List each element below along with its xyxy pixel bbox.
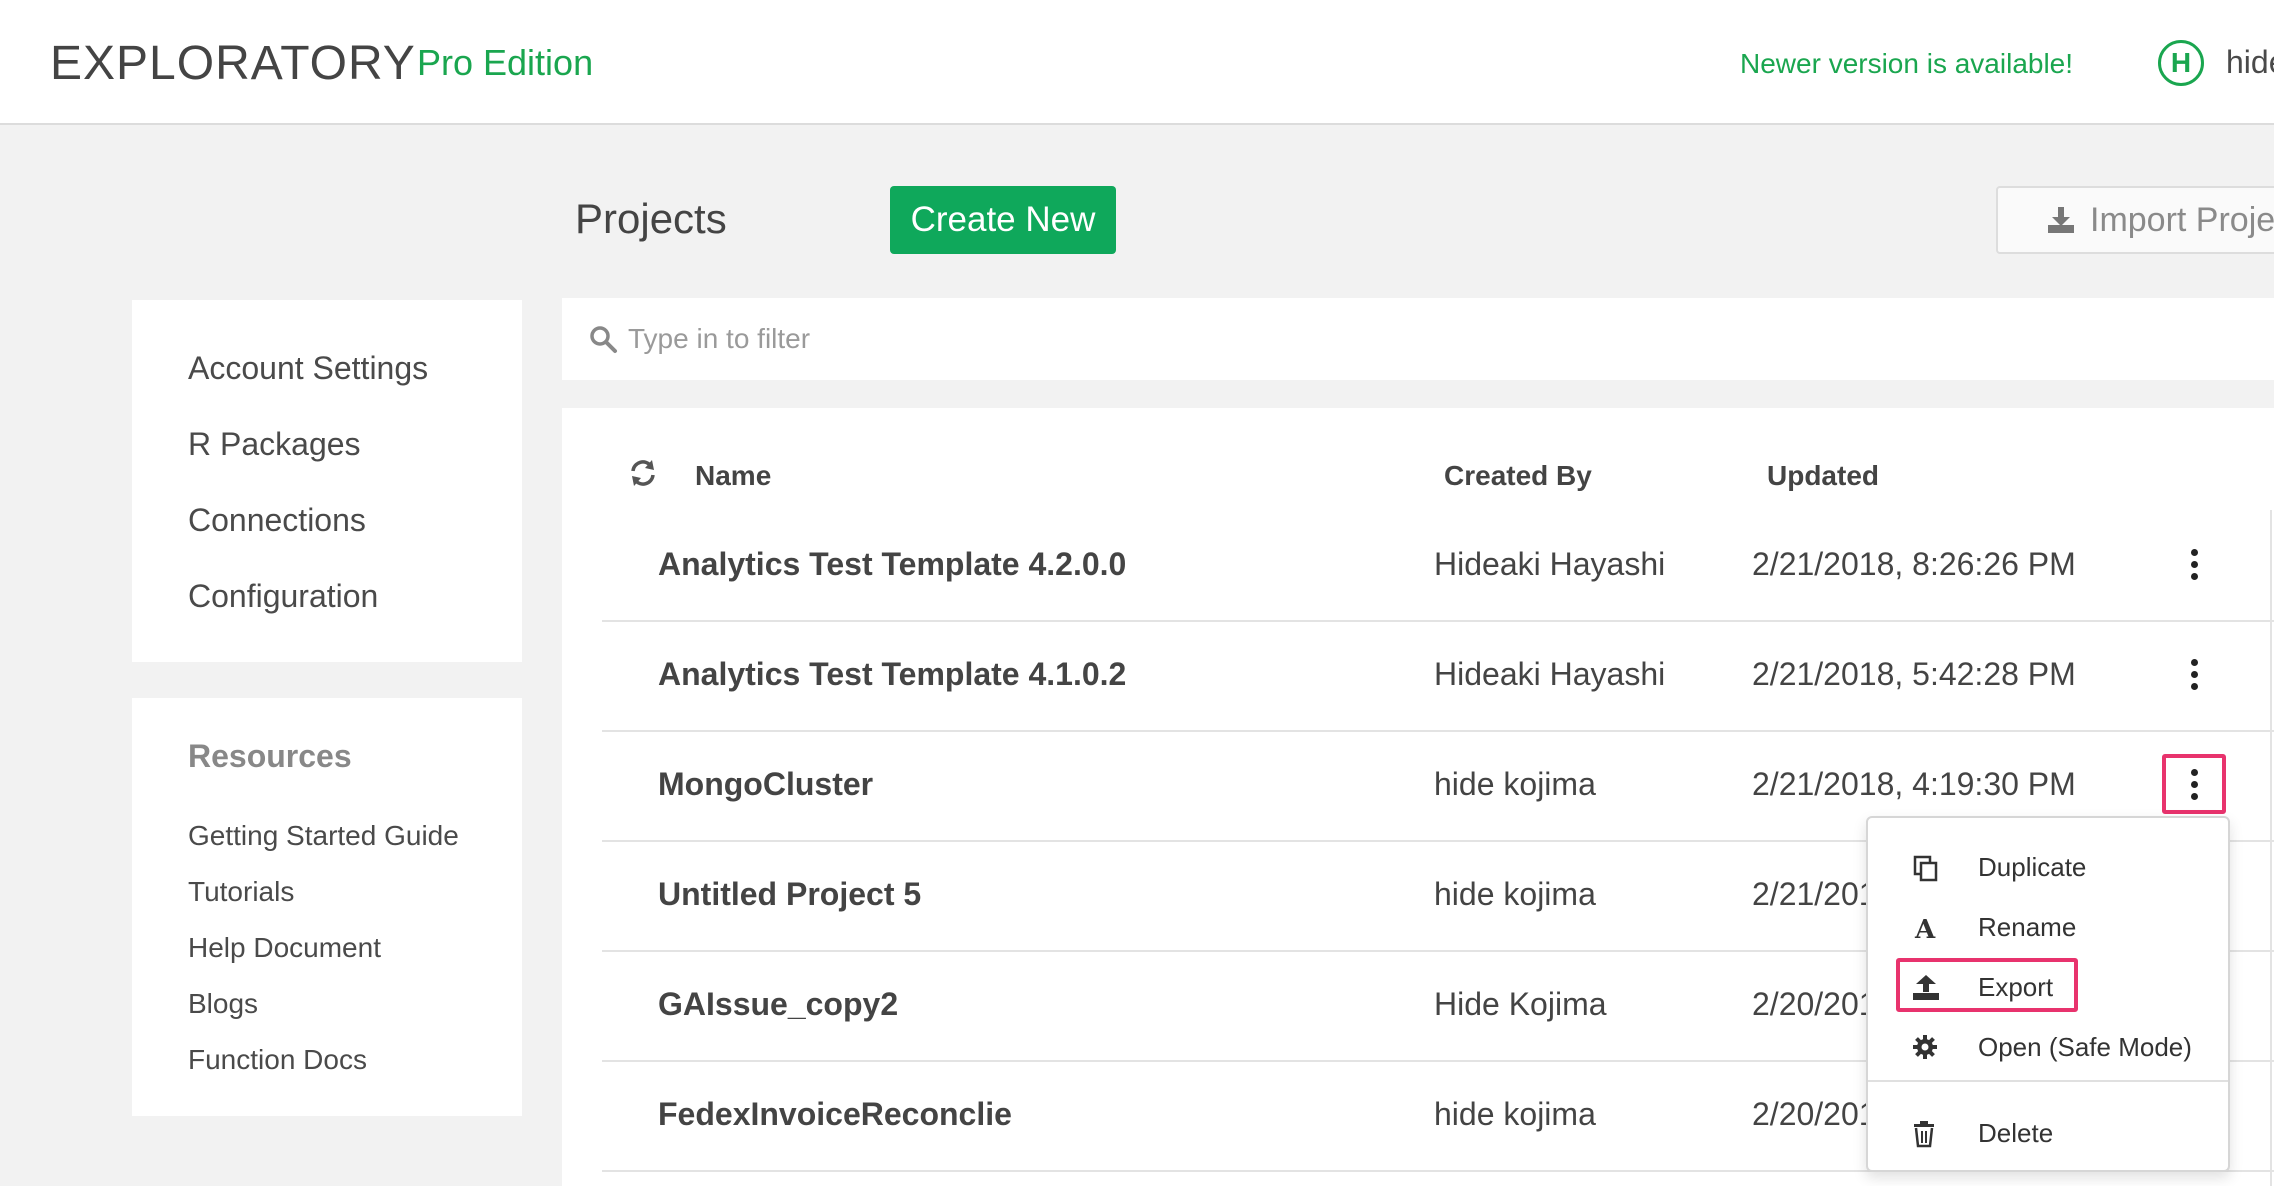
updated-at: 2/21/2018, 5:42:28 PM xyxy=(1752,656,2076,692)
project-name[interactable]: Untitled Project 5 xyxy=(658,876,921,913)
menu-item-delete[interactable]: Delete xyxy=(1868,1106,2228,1160)
avatar[interactable]: H xyxy=(2158,40,2204,86)
created-by: hide kojima xyxy=(1434,1096,1596,1132)
page-title: Projects xyxy=(575,195,727,242)
resource-tutorials[interactable]: Tutorials xyxy=(188,876,294,908)
menu-label: Delete xyxy=(1978,1118,2054,1148)
refresh-icon[interactable] xyxy=(628,458,658,488)
resources-nav: Resources Getting Started Guide Tutorial… xyxy=(132,698,522,1116)
settings-nav: Account Settings R Packages Connections … xyxy=(132,300,522,662)
project-name[interactable]: Analytics Test Template 4.2.0.0 xyxy=(658,546,1126,583)
column-header-updated[interactable]: Updated xyxy=(1767,460,1879,492)
resource-getting-started[interactable]: Getting Started Guide xyxy=(188,820,459,852)
create-new-button[interactable]: Create New xyxy=(890,186,1116,254)
update-notice-link[interactable]: Newer version is available! xyxy=(1740,48,2073,80)
project-context-menu: Duplicate A Rename Export Open (Safe Mod… xyxy=(1866,816,2230,1172)
filter-input[interactable] xyxy=(628,316,1528,362)
updated-at: 2/21/2018, 8:26:26 PM xyxy=(1752,546,2076,582)
trash-icon xyxy=(1914,1121,1934,1148)
menu-label: Duplicate xyxy=(1978,852,2087,882)
resources-title: Resources xyxy=(188,738,352,774)
created-by: Hide Kojima xyxy=(1434,986,1607,1022)
created-by: hide kojima xyxy=(1434,766,1596,802)
resource-blogs[interactable]: Blogs xyxy=(188,988,258,1020)
import-project-button[interactable]: Import Project xyxy=(1996,186,2274,254)
table-scroll-edge xyxy=(2270,510,2272,1186)
menu-item-duplicate[interactable]: Duplicate xyxy=(1868,840,2228,894)
import-icon xyxy=(2048,207,2074,233)
menu-item-rename[interactable]: A Rename xyxy=(1868,900,2228,954)
nav-r-packages[interactable]: R Packages xyxy=(188,426,361,463)
column-header-name[interactable]: Name xyxy=(695,460,771,492)
project-name[interactable]: MongoCluster xyxy=(658,766,873,803)
menu-separator xyxy=(1868,1080,2228,1082)
created-by: Hideaki Hayashi xyxy=(1434,546,1666,582)
updated-at: 2/20/201 xyxy=(1752,986,1877,1022)
project-name[interactable]: Analytics Test Template 4.1.0.2 xyxy=(658,656,1126,693)
table-row[interactable]: Analytics Test Template 4.1.0.2 Hideaki … xyxy=(602,622,2274,732)
resource-function-docs[interactable]: Function Docs xyxy=(188,1044,367,1076)
copy-icon xyxy=(1913,855,1938,882)
resource-help-document[interactable]: Help Document xyxy=(188,932,381,964)
created-by: hide kojima xyxy=(1434,876,1596,912)
menu-item-export[interactable]: Export xyxy=(1868,960,2228,1014)
project-name[interactable]: FedexInvoiceReconclie xyxy=(658,1096,1012,1133)
table-row[interactable]: Analytics Test Template 4.2.0.0 Hideaki … xyxy=(602,512,2274,622)
row-menu-button-active[interactable] xyxy=(2162,754,2226,814)
app-logo[interactable]: EXPLORATORY xyxy=(50,36,416,91)
username[interactable]: hide xyxy=(2226,44,2274,81)
updated-at: 2/21/2018, 4:19:30 PM xyxy=(1752,766,2076,802)
row-menu-button[interactable] xyxy=(2162,534,2226,594)
menu-label: Export xyxy=(1978,972,2054,1002)
edition-label: Pro Edition xyxy=(417,42,594,83)
menu-label: Open (Safe Mode) xyxy=(1978,1032,2192,1062)
created-by: Hideaki Hayashi xyxy=(1434,656,1666,692)
nav-configuration[interactable]: Configuration xyxy=(188,578,378,615)
menu-item-open-safe-mode[interactable]: Open (Safe Mode) xyxy=(1868,1020,2228,1074)
import-project-label: Import Project xyxy=(2090,200,2274,239)
menu-label: Rename xyxy=(1978,912,2077,942)
filter-bar xyxy=(562,298,2274,380)
top-bar: EXPLORATORY Pro Edition Newer version is… xyxy=(0,0,2274,125)
updated-at: 2/20/201 xyxy=(1752,1096,1877,1132)
gear-icon xyxy=(1913,1035,1937,1059)
rename-icon: A xyxy=(1914,915,1936,942)
nav-connections[interactable]: Connections xyxy=(188,502,366,539)
nav-account-settings[interactable]: Account Settings xyxy=(188,350,428,387)
search-icon xyxy=(590,326,617,353)
svg-text:A: A xyxy=(1914,915,1936,942)
row-menu-button[interactable] xyxy=(2162,644,2226,704)
export-icon xyxy=(1913,975,1939,1000)
updated-at: 2/21/201 xyxy=(1752,876,1877,912)
project-name[interactable]: GAIssue_copy2 xyxy=(658,986,898,1023)
column-header-created-by[interactable]: Created By xyxy=(1444,460,1592,492)
